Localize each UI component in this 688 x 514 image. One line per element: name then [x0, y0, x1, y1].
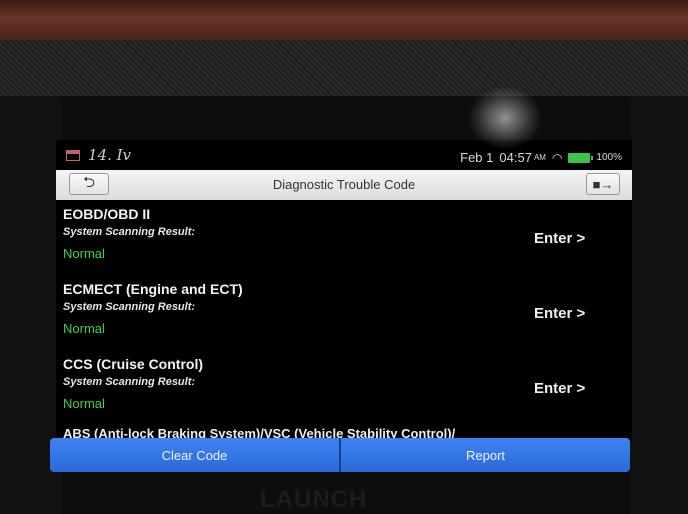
system-name: EOBD/OBD II	[63, 206, 151, 222]
list-item[interactable]: ECMECT (Engine and ECT) System Scanning …	[56, 277, 632, 352]
exit-button[interactable]: ■→	[586, 173, 620, 195]
enter-button[interactable]: Enter >	[534, 230, 585, 247]
status-time: 04:57	[499, 150, 532, 165]
page-title: Diagnostic Trouble Code	[272, 177, 416, 192]
scan-status: Normal	[63, 246, 105, 261]
calendar-icon	[66, 149, 80, 161]
bottom-action-bar: Clear Code Report	[50, 438, 630, 472]
wifi-icon: ◠	[551, 150, 563, 165]
scan-status: Normal	[63, 396, 105, 411]
device-bezel-top	[0, 40, 688, 97]
system-name: CCS (Cruise Control)	[63, 356, 203, 372]
battery-icon	[568, 152, 594, 163]
system-name: ECMECT (Engine and ECT)	[63, 281, 243, 297]
clear-code-button[interactable]: Clear Code	[50, 438, 339, 472]
enter-button[interactable]: Enter >	[534, 380, 585, 397]
scan-result-label: System Scanning Result:	[63, 376, 196, 388]
title-bar: ⮌ Diagnostic Trouble Code ■→	[56, 170, 632, 200]
status-bar-right: Feb 1 04:57 AM ◠ 100%	[460, 150, 622, 165]
device-screen: 14. Iv Feb 1 04:57 AM ◠ 100% ⮌ Diagnosti…	[56, 140, 632, 440]
scan-result-label: System Scanning Result:	[63, 301, 196, 313]
device-bezel-right	[630, 96, 688, 514]
scan-result-label: System Scanning Result:	[63, 226, 196, 238]
list-item[interactable]: CCS (Cruise Control) System Scanning Res…	[56, 352, 632, 427]
status-date: Feb 1	[460, 150, 494, 165]
scan-status: Normal	[63, 321, 105, 336]
status-ampm: AM	[533, 153, 546, 162]
exit-door-icon: ■→	[592, 176, 614, 192]
enter-button[interactable]: Enter >	[534, 305, 585, 322]
background-wood	[0, 0, 688, 40]
list-item[interactable]: EOBD/OBD II System Scanning Result: Norm…	[56, 202, 632, 277]
brand-logo: LAUNCH	[260, 486, 368, 513]
handwritten-note: 14. Iv	[88, 146, 132, 164]
report-button[interactable]: Report	[341, 438, 630, 472]
status-bar-left: 14. Iv	[66, 146, 131, 164]
screen-glare	[470, 88, 540, 148]
system-list: EOBD/OBD II System Scanning Result: Norm…	[56, 202, 632, 427]
status-bar: 14. Iv Feb 1 04:57 AM ◠ 100%	[56, 140, 632, 170]
battery-percent: 100%	[596, 152, 622, 163]
